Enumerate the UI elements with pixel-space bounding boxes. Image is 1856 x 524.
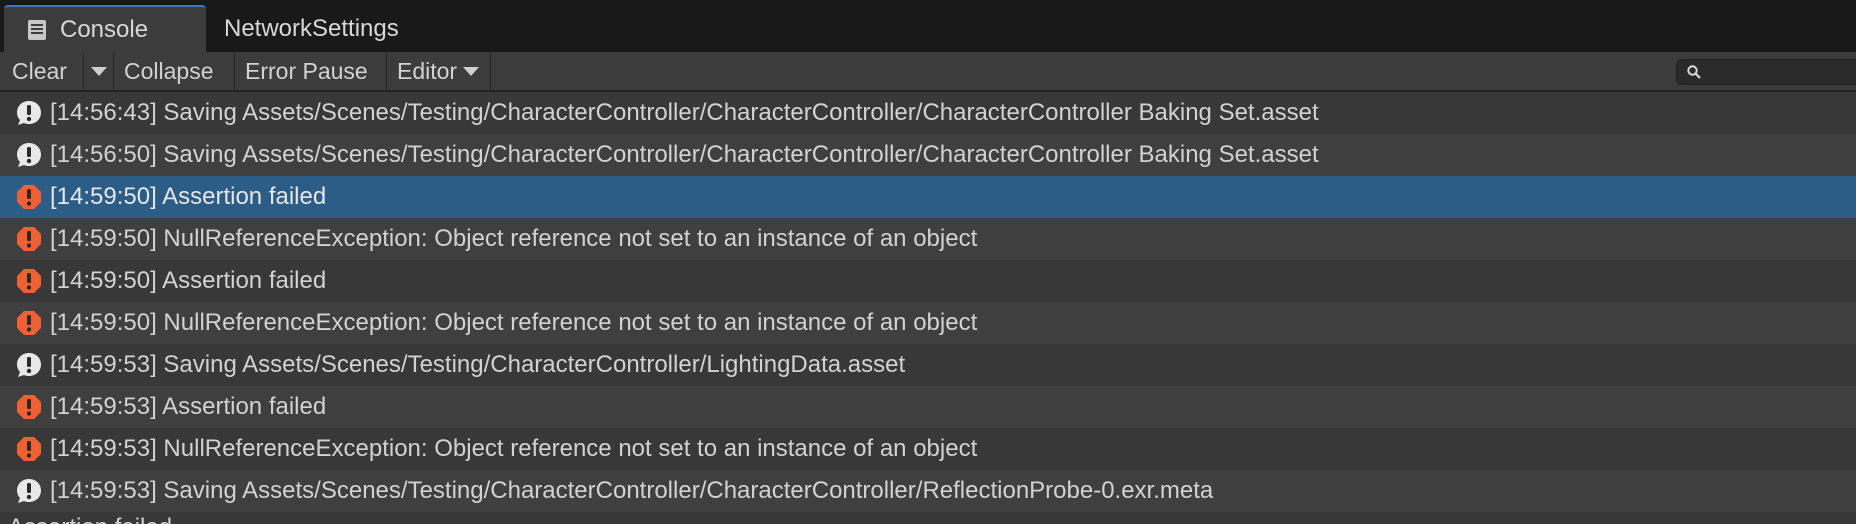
log-entry-row[interactable]: [14:59:53] NullReferenceException: Objec… <box>0 428 1856 470</box>
log-entry-row[interactable]: [14:59:53] Saving Assets/Scenes/Testing/… <box>0 344 1856 386</box>
info-icon <box>17 479 41 503</box>
log-entry-text: [14:59:50] Assertion failed <box>50 267 327 294</box>
log-entry-row[interactable]: [14:59:53] Saving Assets/Scenes/Testing/… <box>0 470 1856 512</box>
log-entry-text: [14:59:53] Assertion failed <box>50 393 327 420</box>
info-icon <box>17 143 41 167</box>
log-entry-list[interactable]: [14:56:43] Saving Assets/Scenes/Testing/… <box>0 92 1856 524</box>
log-entry-text: [14:59:50] NullReferenceException: Objec… <box>50 309 978 336</box>
error-icon <box>17 185 41 209</box>
log-entry-row[interactable]: [14:59:50] NullReferenceException: Objec… <box>0 302 1856 344</box>
info-icon <box>17 353 41 377</box>
error-icon <box>17 437 41 461</box>
clear-button-label: Clear <box>12 57 67 84</box>
log-entry-row[interactable]: [14:59:50] Assertion failed <box>0 176 1856 218</box>
console-icon <box>28 19 46 40</box>
log-entry-row[interactable]: [14:56:43] Saving Assets/Scenes/Testing/… <box>0 92 1856 134</box>
info-icon <box>17 101 41 125</box>
log-entry-text: [14:59:53] NullReferenceException: Objec… <box>50 435 978 462</box>
clear-options-dropdown[interactable] <box>84 52 114 90</box>
log-entry-row[interactable]: [14:59:53] Assertion failed <box>0 386 1856 428</box>
editor-dropdown[interactable]: Editor <box>387 52 491 90</box>
search-icon <box>1687 65 1701 79</box>
log-entry-row[interactable]: [14:56:50] Saving Assets/Scenes/Testing/… <box>0 134 1856 176</box>
collapse-toggle[interactable]: Collapse <box>114 52 235 90</box>
console-toolbar: Clear Collapse Error Pause Editor <box>0 52 1856 92</box>
tab-network-settings[interactable]: NetworkSettings <box>224 5 399 52</box>
console-window: Console NetworkSettings Clear Collapse E… <box>0 0 1856 524</box>
log-entry-text: [14:59:50] NullReferenceException: Objec… <box>50 225 978 252</box>
error-pause-toggle-label: Error Pause <box>245 57 368 84</box>
log-detail-text: Assertion failed <box>8 514 172 524</box>
error-icon <box>17 269 41 293</box>
tab-bar: Console NetworkSettings <box>0 0 1856 52</box>
error-icon <box>17 395 41 419</box>
tab-console[interactable]: Console <box>4 5 206 52</box>
tab-console-label: Console <box>60 15 149 43</box>
editor-dropdown-label: Editor <box>397 57 458 84</box>
chevron-down-icon <box>90 66 107 76</box>
log-entry-text: [14:59:50] Assertion failed <box>50 183 327 210</box>
search-input[interactable] <box>1676 59 1856 85</box>
error-icon <box>17 227 41 251</box>
error-icon <box>17 311 41 335</box>
clear-button[interactable]: Clear <box>2 52 84 90</box>
collapse-toggle-label: Collapse <box>124 57 214 84</box>
tab-network-settings-label: NetworkSettings <box>224 14 399 42</box>
log-entry-text: [14:56:50] Saving Assets/Scenes/Testing/… <box>50 141 1319 168</box>
log-entry-text: [14:59:53] Saving Assets/Scenes/Testing/… <box>50 351 906 378</box>
chevron-down-icon <box>463 66 480 76</box>
log-entry-text: [14:59:53] Saving Assets/Scenes/Testing/… <box>50 477 1214 504</box>
log-entry-row[interactable]: [14:59:50] Assertion failed <box>0 260 1856 302</box>
error-pause-toggle[interactable]: Error Pause <box>235 52 387 90</box>
log-entry-row[interactable]: [14:59:50] NullReferenceException: Objec… <box>0 218 1856 260</box>
log-entry-text: [14:56:43] Saving Assets/Scenes/Testing/… <box>50 99 1319 126</box>
